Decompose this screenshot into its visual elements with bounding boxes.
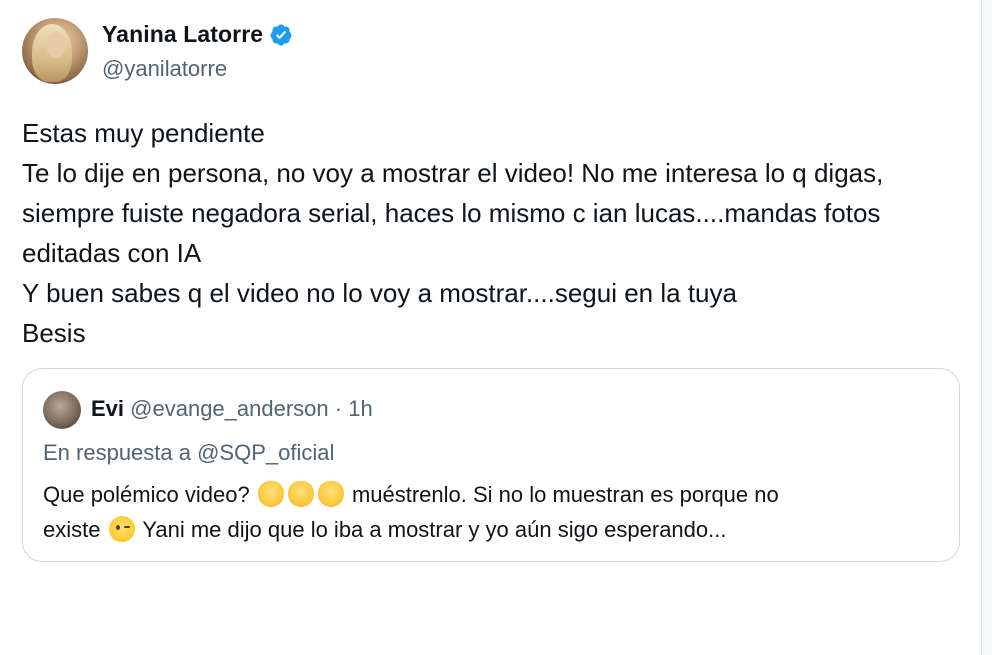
reply-context: En respuesta a @SQP_oficial [43,440,335,465]
quoted-author-handle[interactable]: @evange_anderson [130,396,328,421]
quoted-author-avatar[interactable] [43,391,81,429]
tweet-text-line: siempre fuiste negadora serial, haces lo… [22,198,881,228]
tweet-text-line: Te lo dije en persona, no voy a mostrar … [22,158,884,188]
quoted-text-segment: existe [43,517,101,542]
quoted-tweet-header: Evi @evange_anderson · 1h [91,396,373,422]
quoted-text-segment: Que polémico video? [43,482,250,507]
tweet-text-line: Y buen sabes q el video no lo voy a most… [22,278,737,308]
tweet-text-line: Estas muy pendiente [22,118,265,148]
quoted-text-line: Que polémico video? muéstrenlo. Si no lo… [43,477,943,512]
meta-separator: · [334,396,343,421]
winking-face-emoji-icon [108,516,135,542]
quoted-tweet-card[interactable]: Evi @evange_anderson · 1h En respuesta a… [22,368,960,562]
author-display-name[interactable]: Yanina Latorre [102,21,263,48]
verified-badge-icon [270,24,292,45]
tweet: Yanina Latorre @yanilatorre Estas muy pe… [0,0,980,655]
author-handle[interactable]: @yanilatorre [102,56,227,82]
quoted-tweet-time[interactable]: 1h [348,396,372,421]
author-avatar[interactable] [22,18,88,84]
author-name-row: Yanina Latorre [102,21,293,48]
avatar-face [46,32,66,58]
tweet-text-line: Besis [22,318,86,348]
tweet-text-line: editadas con IA [22,238,202,268]
scrollbar-track[interactable] [981,0,992,655]
tweet-text: Estas muy pendiente Te lo dije en person… [22,113,972,353]
quoted-author-name[interactable]: Evi [91,396,124,421]
quoted-text-segment: muéstrenlo. Si no lo muestran es porque … [351,482,779,507]
quoted-tweet-text: Que polémico video? muéstrenlo. Si no lo… [43,477,943,547]
pinched-fingers-emoji-icon [317,481,344,507]
quoted-text-segment: Yani me dijo que lo iba a mostrar y yo a… [142,517,727,542]
pinched-fingers-emoji-icon [287,481,314,507]
pinched-fingers-emoji-icon [257,481,284,507]
quoted-text-line: existe Yani me dijo que lo iba a mostrar… [43,512,943,547]
